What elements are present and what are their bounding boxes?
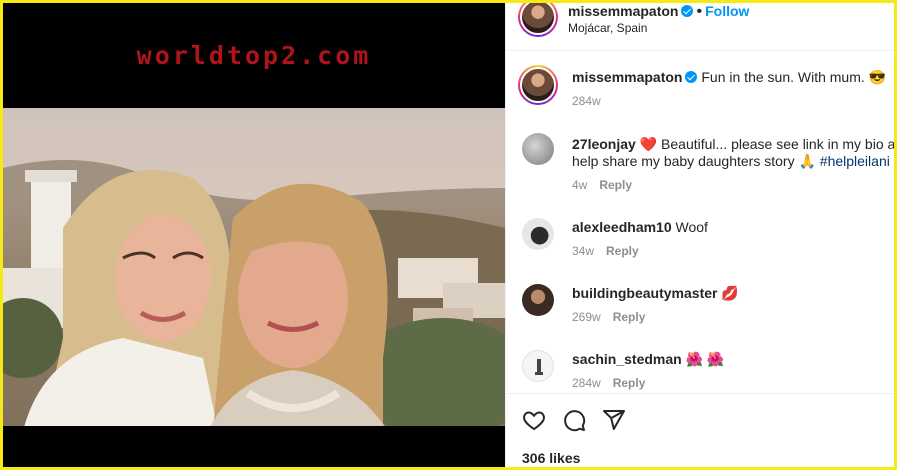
post-details-panel: missemmapaton • Follow Mojácar, Spain miss… [505, 3, 897, 467]
post-photo[interactable] [3, 108, 505, 431]
comment-age[interactable]: 269w [572, 310, 601, 324]
post-header: missemmapaton • Follow Mojácar, Spain [506, 3, 894, 51]
selfie-photo-illustration [3, 160, 505, 431]
watermark-text: worldtop2.com [136, 41, 372, 70]
post-actions-bar: 306 likes [506, 393, 894, 467]
comment-meta: 269w Reply [572, 310, 645, 324]
comment-age[interactable]: 4w [572, 178, 587, 192]
comment-username[interactable]: sachin_stedman [572, 351, 682, 367]
comment-username[interactable]: alexleedham10 [572, 219, 672, 235]
comment-age[interactable]: 284w [572, 376, 601, 390]
comment-username[interactable]: 27leonjay [572, 136, 636, 152]
comment-age[interactable]: 34w [572, 244, 594, 258]
comment-text: Woof [675, 219, 708, 235]
comment-icon[interactable] [562, 408, 586, 437]
comment-meta: 284w Reply [572, 376, 645, 390]
comment-text: 🌺 🌺 [685, 351, 725, 367]
reply-button[interactable]: Reply [613, 376, 646, 390]
heart-icon[interactable] [522, 408, 546, 437]
comment-hashtag[interactable]: #helpleilani [820, 153, 890, 169]
post-location[interactable]: Mojácar, Spain [568, 21, 647, 35]
comment-text: ❤️ Beautiful... please see link in my bi… [639, 136, 897, 152]
verified-badge-icon [681, 5, 694, 17]
reply-button[interactable]: Reply [599, 178, 632, 192]
caption-age[interactable]: 284w [572, 94, 601, 108]
share-icon[interactable] [602, 408, 626, 437]
reply-button[interactable]: Reply [613, 310, 646, 324]
follow-button[interactable]: Follow [705, 3, 749, 19]
likes-count[interactable]: 306 likes [522, 450, 580, 466]
author-avatar[interactable] [518, 3, 558, 37]
separator-dot: • [696, 3, 703, 20]
author-username[interactable]: missemmapaton [568, 3, 678, 19]
reply-button[interactable]: Reply [606, 244, 639, 258]
commenter-avatar[interactable] [522, 218, 554, 250]
comment-username[interactable]: buildingbeautymaster [572, 285, 717, 301]
comment-text-line2: help share my baby daughters story 🙏 [572, 153, 816, 169]
screenshot-frame: worldtop2.com missemmapaton • Follow Moj… [0, 0, 897, 470]
comment-meta: 4w Reply [572, 178, 632, 192]
caption-text: Fun in the sun. With mum. 😎 [701, 69, 887, 85]
post-media: worldtop2.com [3, 3, 505, 467]
commenter-avatar[interactable] [522, 284, 554, 316]
verified-badge-icon [685, 71, 698, 83]
caption-author-avatar[interactable] [518, 65, 558, 105]
comment-meta: 34w Reply [572, 244, 639, 258]
commenter-avatar[interactable] [522, 133, 554, 165]
comment-text: 💋 [721, 285, 739, 301]
caption-author-username[interactable]: missemmapaton [572, 69, 682, 85]
avatar-figure-icon [535, 359, 543, 375]
author-line: missemmapaton • Follow [568, 3, 749, 21]
commenter-avatar[interactable] [522, 350, 554, 382]
